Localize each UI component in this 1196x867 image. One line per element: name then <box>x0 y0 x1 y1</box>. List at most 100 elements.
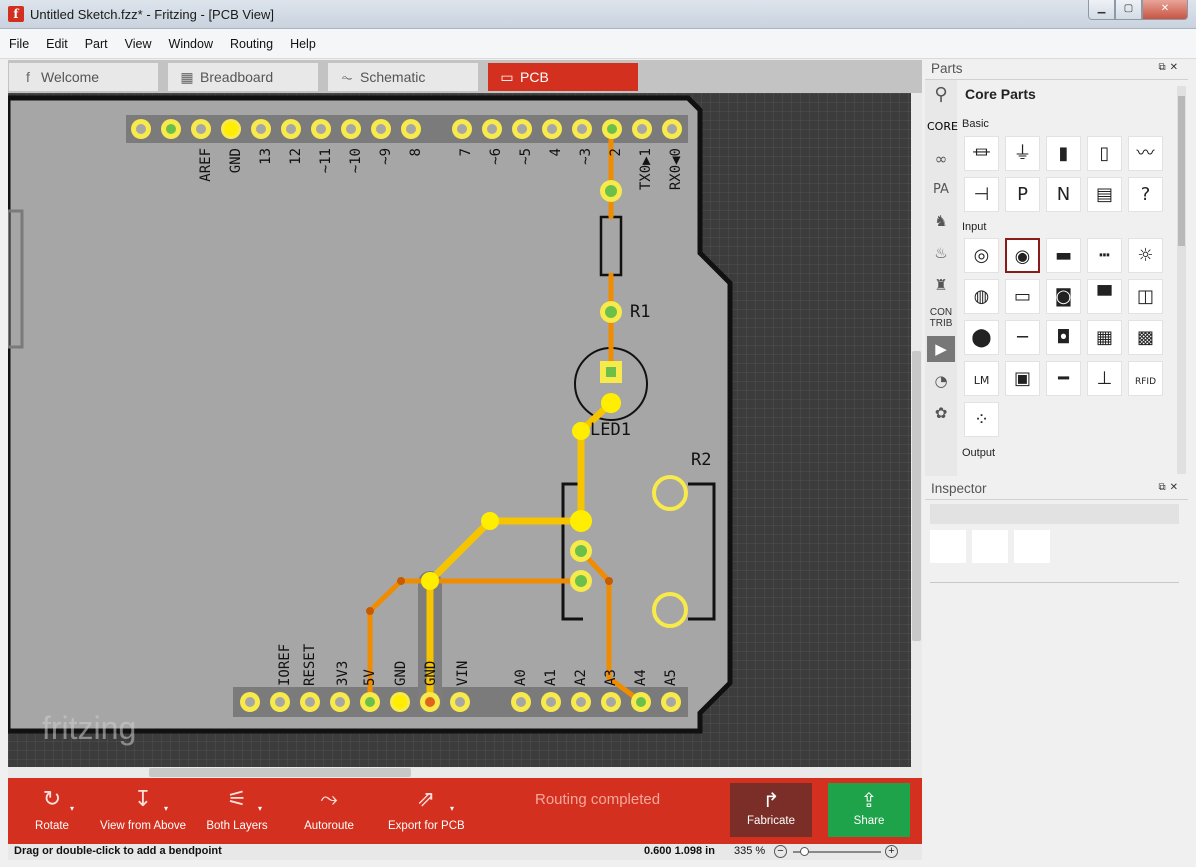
pin-label: 8 <box>408 148 424 156</box>
tab-breadboard[interactable]: ▦ Breadboard <box>168 63 318 91</box>
part-ceramic-capacitor[interactable]: ⏚ <box>1005 136 1040 171</box>
export-for-pcb-button[interactable]: ⇗ Export for PCB ▾ <box>388 778 465 844</box>
scrollbar-thumb[interactable] <box>1178 96 1185 246</box>
part-distance-sensor[interactable]: ▦ <box>1087 320 1122 355</box>
part-accelerometer[interactable]: ▩ <box>1128 320 1163 355</box>
zoom-slider-handle[interactable] <box>800 847 809 856</box>
sparkfun-icon[interactable]: ♨ <box>927 240 955 266</box>
zoom-in-button[interactable]: + <box>885 845 898 858</box>
pin-label: ~6 <box>488 148 504 165</box>
part-ic[interactable]: ▤ <box>1087 177 1122 212</box>
pin-label: 4 <box>548 148 564 156</box>
snootlab-icon[interactable]: ♜ <box>927 272 955 298</box>
header-pin-hole <box>136 124 146 134</box>
part-ldr[interactable]: ☼ <box>1128 238 1163 273</box>
part-gps-module[interactable]: ▣ <box>1005 361 1040 396</box>
part-rotary-potentiometer[interactable]: ◉ <box>1005 238 1040 273</box>
part-npn-transistor[interactable]: N <box>1046 177 1081 212</box>
accelerometer-icon: ▩ <box>1136 327 1154 348</box>
menu-edit[interactable]: Edit <box>46 37 68 51</box>
mystery-part-icon: ? <box>1140 184 1151 205</box>
tab-label: Breadboard <box>200 69 274 85</box>
both-layers-button[interactable]: ⚟ Both Layers ▾ <box>206 778 268 844</box>
chevron-down-icon[interactable]: ▾ <box>164 804 168 813</box>
menu-routing[interactable]: Routing <box>230 37 273 51</box>
part-inductor[interactable]: 〰 <box>1128 136 1163 171</box>
part-pin-header[interactable]: ┅ <box>1087 238 1122 273</box>
led1-label: LED1 <box>590 420 631 440</box>
part-diode[interactable]: ⊣ <box>964 177 999 212</box>
pin-label: 7 <box>458 148 474 156</box>
part-toggle-switch[interactable]: ▬ <box>1046 238 1081 273</box>
part-battery[interactable]: ▯ <box>1087 136 1122 171</box>
menu-window[interactable]: Window <box>169 37 213 51</box>
part-capacitive-sensor[interactable]: ━ <box>1046 361 1081 396</box>
tab-pcb[interactable]: ▭ PCB <box>488 63 638 91</box>
inspector-panel-title: Inspector <box>931 481 987 496</box>
parts-scrollbar[interactable] <box>1177 86 1186 474</box>
maximize-button[interactable]: ▢ <box>1115 0 1142 20</box>
part-pushbutton[interactable]: ◙ <box>1046 279 1081 314</box>
pin-label: A2 <box>573 669 589 686</box>
arduino-icon[interactable]: ∞ <box>927 146 955 172</box>
header-pin-hole <box>666 697 676 707</box>
part-tilt-switch[interactable]: ▭ <box>1005 279 1040 314</box>
part-dial[interactable]: ◍ <box>964 279 999 314</box>
play-icon[interactable]: ▶ <box>927 336 955 362</box>
parts-panel-header: Parts ⧉✕ <box>925 59 1188 79</box>
pin-label: ~11 <box>318 148 334 173</box>
view-from-above-button[interactable]: ↧ View from Above ▾ <box>100 778 186 844</box>
fabricate-button[interactable]: ↱ Fabricate <box>730 783 812 837</box>
pa-icon[interactable]: PA <box>927 177 955 203</box>
minimize-button[interactable]: ▁ <box>1088 0 1115 20</box>
panel-float-close-icon[interactable]: ⧉✕ <box>1158 62 1182 73</box>
part-mystery-part[interactable]: ? <box>1128 177 1163 212</box>
chevron-down-icon[interactable]: ▾ <box>258 804 262 813</box>
flower-icon[interactable]: ✿ <box>927 400 955 426</box>
zoom-out-button[interactable]: − <box>774 845 787 858</box>
seeed-icon[interactable]: ♞ <box>927 208 955 234</box>
share-button[interactable]: ⇪ Share <box>828 783 910 837</box>
part-temperature-sensor[interactable]: LM <box>964 361 999 396</box>
tab-schematic[interactable]: ⏦ Schematic <box>328 63 478 91</box>
part-potentiometer[interactable]: ◎ <box>964 238 999 273</box>
menu-view[interactable]: View <box>125 37 152 51</box>
part-fsr[interactable]: ⬤ <box>964 320 999 355</box>
chevron-down-icon[interactable]: ▾ <box>450 804 454 813</box>
search-icon[interactable]: ⚲ <box>927 82 955 108</box>
pcb-canvas[interactable]: AREF GND 13 12 ~11 ~10 ~9 8 7 ~6 ~5 4 ~3 2 TX0▶1 RX0◀0 … <box>8 93 911 767</box>
part-reed-switch[interactable]: ◘ <box>1046 320 1081 355</box>
part-humidity-sensor[interactable]: ⁘ <box>964 402 999 437</box>
pin-label: 3V3 <box>335 661 351 686</box>
inspector-pcb-preview <box>1014 530 1050 563</box>
lilypad-icon[interactable]: ◔ <box>927 368 955 394</box>
part-joystick[interactable]: ⊥ <box>1087 361 1122 396</box>
scrollbar-thumb[interactable] <box>912 351 921 641</box>
part-slide-switch[interactable]: ▀ <box>1087 279 1122 314</box>
menu-part[interactable]: Part <box>85 37 108 51</box>
header-pin-hole <box>576 697 586 707</box>
menu-help[interactable]: Help <box>290 37 316 51</box>
bin-contrib[interactable]: CON TRIB <box>927 307 955 333</box>
menu-file[interactable]: File <box>9 37 29 51</box>
canvas-horizontal-scrollbar[interactable] <box>8 767 922 778</box>
inspector-breadboard-preview <box>930 530 966 563</box>
part-flex-sensor[interactable]: ─ <box>1005 320 1040 355</box>
rotate-button[interactable]: ↻ Rotate ▾ <box>22 778 82 844</box>
header-pin-hole <box>393 695 407 709</box>
part-rfid-reader[interactable]: RFID <box>1128 361 1163 396</box>
canvas-vertical-scrollbar[interactable] <box>911 93 922 767</box>
header-pin-hole <box>286 124 296 134</box>
tab-welcome[interactable]: f Welcome <box>9 63 158 91</box>
view-tabs: f Welcome ▦ Breadboard ⏦ Schematic ▭ PCB <box>8 60 922 93</box>
part-resistor[interactable]: ⏛ <box>964 136 999 171</box>
scrollbar-thumb[interactable] <box>149 768 411 777</box>
panel-float-close-icon[interactable]: ⧉✕ <box>1158 482 1182 493</box>
bin-core[interactable]: CORE <box>927 114 958 140</box>
part-piezo[interactable]: ◫ <box>1128 279 1163 314</box>
close-button[interactable]: ✕ <box>1142 0 1188 20</box>
part-electrolytic-capacitor[interactable]: ▮ <box>1046 136 1081 171</box>
part-pnp-transistor[interactable]: P <box>1005 177 1040 212</box>
autoroute-button[interactable]: ⤳ Autoroute <box>300 778 358 844</box>
chevron-down-icon[interactable]: ▾ <box>70 804 74 813</box>
